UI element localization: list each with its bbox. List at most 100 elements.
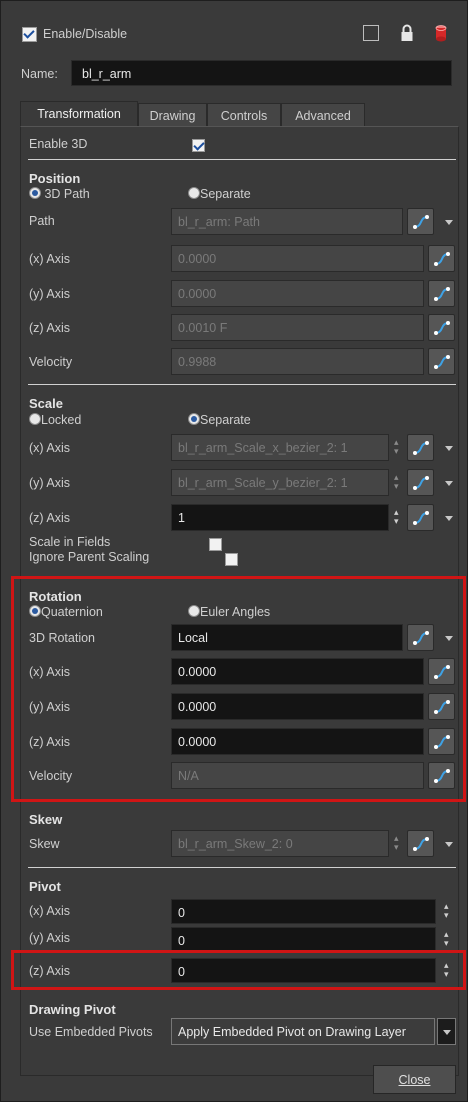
rot-x-label: (x) Axis xyxy=(29,665,70,679)
radio-3d-path-indicator xyxy=(29,187,41,199)
spin-arrows-icon[interactable]: ▴ ▾ xyxy=(444,961,449,979)
ignore-parent-scaling-checkbox[interactable] xyxy=(225,553,239,566)
radio-separate-label: Separate xyxy=(200,187,251,201)
spin-arrows-icon[interactable]: ▴ ▾ xyxy=(394,508,399,526)
radio-3d-path-label: 3D Path xyxy=(44,187,90,201)
tab-advanced[interactable]: Advanced xyxy=(281,103,365,127)
function-curve-button[interactable] xyxy=(428,245,455,272)
scale-y-field: bl_r_arm_Scale_y_bezier_2: 1 xyxy=(171,469,389,496)
chevron-down-icon[interactable] xyxy=(445,481,453,486)
drawing-pivot-title: Drawing Pivot xyxy=(29,1002,116,1017)
chevron-down-icon[interactable] xyxy=(445,446,453,451)
enable-label: Enable/Disable xyxy=(43,27,128,41)
close-button[interactable]: Close xyxy=(373,1065,456,1094)
square-icon[interactable] xyxy=(363,25,379,41)
function-curve-button[interactable] xyxy=(428,762,455,789)
rot-velocity-label: Velocity xyxy=(29,769,73,783)
radio-euler-angles[interactable]: Euler Angles xyxy=(188,605,270,619)
pivot-x-field[interactable]: 0 xyxy=(171,899,436,924)
pivot-y-label: (y) Axis xyxy=(29,931,70,945)
radio-3d-path[interactable]: 3D Path xyxy=(29,187,90,201)
function-curve-button[interactable] xyxy=(407,434,434,461)
pos-velocity-field: 0.9988 xyxy=(171,348,424,375)
name-label: Name: xyxy=(21,67,58,81)
rot-y-field[interactable]: 0.0000 xyxy=(171,693,424,720)
ignore-parent-scaling-label: Ignore Parent Scaling xyxy=(29,550,150,564)
pivot-z-label: (z) Axis xyxy=(29,964,70,978)
chevron-down-icon xyxy=(443,1030,451,1035)
scale-z-field[interactable]: 1 xyxy=(171,504,389,531)
skew-field: bl_r_arm_Skew_2: 0 xyxy=(171,830,389,857)
enable-checkbox[interactable] xyxy=(22,27,37,42)
spin-arrows-icon: ▴ ▾ xyxy=(394,472,399,491)
chevron-down-icon[interactable] xyxy=(445,636,453,641)
chevron-down-icon[interactable] xyxy=(445,220,453,225)
spin-arrows-icon[interactable]: ▴ ▾ xyxy=(444,902,449,920)
radio-scale-separate[interactable]: Separate xyxy=(188,413,251,427)
rotation-title: Rotation xyxy=(29,589,82,604)
divider xyxy=(28,867,456,868)
function-curve-button[interactable] xyxy=(407,830,434,857)
chevron-down-icon[interactable] xyxy=(445,842,453,847)
skew-label: Skew xyxy=(29,837,60,851)
pivot-y-field[interactable]: 0 xyxy=(171,927,436,952)
function-curve-button[interactable] xyxy=(407,208,434,235)
enable-3d-checkbox[interactable] xyxy=(192,139,206,152)
tab-controls[interactable]: Controls xyxy=(207,103,281,127)
function-curve-button[interactable] xyxy=(407,624,434,651)
function-curve-button[interactable] xyxy=(428,658,455,685)
radio-quaternion-indicator xyxy=(29,605,41,617)
scale-y-label: (y) Axis xyxy=(29,476,70,490)
tab-drawing[interactable]: Drawing xyxy=(138,103,207,127)
radio-separate[interactable]: Separate xyxy=(188,187,251,201)
function-curve-button[interactable] xyxy=(428,728,455,755)
scale-x-label: (x) Axis xyxy=(29,441,70,455)
tab-transformation[interactable]: Transformation xyxy=(20,101,138,127)
radio-scale-separate-indicator xyxy=(188,413,200,425)
rotation-3d-label: 3D Rotation xyxy=(29,631,96,645)
enable-3d-label: Enable 3D xyxy=(29,137,88,151)
layer-properties-window: Enable/Disable Name: bl_r_arm Transforma… xyxy=(0,0,468,1102)
function-curve-button[interactable] xyxy=(428,693,455,720)
combo-dropdown-button[interactable] xyxy=(437,1018,456,1045)
radio-locked-label: Locked xyxy=(41,413,82,427)
rot-x-field[interactable]: 0.0000 xyxy=(171,658,424,685)
radio-quaternion-label: Quaternion xyxy=(41,605,103,619)
rotation-3d-combo[interactable]: Local xyxy=(171,624,403,651)
name-input[interactable]: bl_r_arm xyxy=(71,60,452,86)
lock-icon[interactable] xyxy=(400,23,414,43)
scale-in-fields-checkbox[interactable] xyxy=(208,538,222,551)
function-curve-button[interactable] xyxy=(428,314,455,341)
spin-arrows-icon: ▴ ▾ xyxy=(394,833,399,852)
spin-arrows-icon[interactable]: ▴ ▾ xyxy=(444,930,449,948)
radio-locked-indicator xyxy=(29,413,41,425)
color-swatch-icon[interactable] xyxy=(434,23,448,43)
path-field: bl_r_arm: Path xyxy=(171,208,403,235)
function-curve-button[interactable] xyxy=(428,348,455,375)
pos-z-label: (z) Axis xyxy=(29,321,70,335)
chevron-down-icon[interactable] xyxy=(445,516,453,521)
radio-quaternion[interactable]: Quaternion xyxy=(29,605,103,619)
path-label: Path xyxy=(29,214,55,228)
position-title: Position xyxy=(29,171,81,186)
scale-title: Scale xyxy=(29,396,63,411)
divider xyxy=(28,384,456,385)
spin-arrows-icon: ▴ ▾ xyxy=(394,437,399,456)
radio-scale-separate-label: Separate xyxy=(200,413,251,427)
pivot-z-field[interactable]: 0 xyxy=(171,958,436,983)
divider xyxy=(28,159,456,160)
divider xyxy=(28,577,456,578)
function-curve-button[interactable] xyxy=(407,469,434,496)
pos-z-field: 0.0010 F xyxy=(171,314,424,341)
function-curve-button[interactable] xyxy=(428,280,455,307)
rot-z-field[interactable]: 0.0000 xyxy=(171,728,424,755)
radio-locked[interactable]: Locked xyxy=(29,413,81,427)
function-curve-button[interactable] xyxy=(407,504,434,531)
pos-x-field: 0.0000 xyxy=(171,245,424,272)
scale-in-fields-label: Scale in Fields xyxy=(29,535,111,549)
embedded-pivot-combo[interactable]: Apply Embedded Pivot on Drawing Layer xyxy=(171,1018,435,1045)
rot-velocity-field: N/A xyxy=(171,762,424,789)
pos-y-label: (y) Axis xyxy=(29,287,70,301)
rot-y-label: (y) Axis xyxy=(29,700,70,714)
pos-velocity-label: Velocity xyxy=(29,355,73,369)
